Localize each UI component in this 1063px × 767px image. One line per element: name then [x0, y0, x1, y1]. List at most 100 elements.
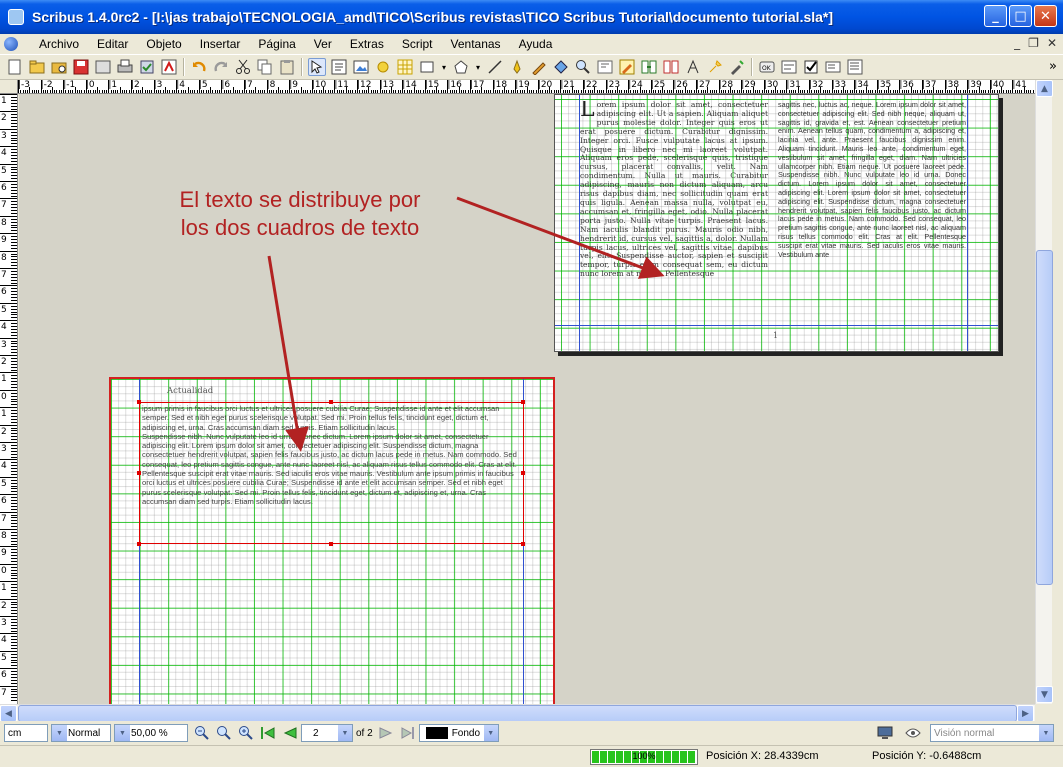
shape-icon[interactable] [418, 58, 436, 76]
select-icon[interactable] [308, 58, 326, 76]
measure-icon[interactable] [684, 58, 702, 76]
preview-mode-selector[interactable]: ▼ Normal [51, 724, 111, 742]
close-button[interactable]: ✕ [1034, 5, 1057, 27]
redo-icon[interactable] [212, 58, 230, 76]
open-recent-icon[interactable] [50, 58, 68, 76]
copy-properties-icon[interactable] [706, 58, 724, 76]
cut-icon[interactable] [234, 58, 252, 76]
minimize-button[interactable]: _ [984, 5, 1007, 27]
scroll-left-icon[interactable]: ◀ [0, 705, 17, 722]
new-document-icon[interactable] [6, 58, 24, 76]
shape-dropdown-icon[interactable]: ▾ [440, 58, 448, 76]
text-frame-column-2[interactable]: sagittis nec, luctus ac, neque. Lorem ip… [778, 101, 966, 325]
page-1[interactable]: Lorem ipsum dolor sit amet, consectetuer… [554, 94, 999, 352]
open-icon[interactable] [28, 58, 46, 76]
paste-icon[interactable] [278, 58, 296, 76]
pdf-combobox-icon[interactable] [824, 58, 842, 76]
undo-icon[interactable] [190, 58, 208, 76]
section-heading[interactable]: Actualidad [167, 386, 213, 396]
close-icon[interactable] [94, 58, 112, 76]
doc-close-button[interactable]: ✕ [1047, 36, 1057, 50]
vertical-scrollbar[interactable]: ▲ ▼ [1035, 80, 1053, 704]
polygon-dropdown-icon[interactable]: ▾ [474, 58, 482, 76]
scroll-right-icon[interactable]: ▶ [1017, 705, 1034, 722]
preflight-icon[interactable] [138, 58, 156, 76]
menu-ver[interactable]: Ver [305, 37, 341, 51]
render-frame-icon[interactable] [374, 58, 392, 76]
toolbar-overflow-button[interactable]: » [1049, 59, 1057, 74]
table-icon[interactable] [396, 58, 414, 76]
doc-minimize-button[interactable]: _ [1014, 36, 1020, 50]
next-page-icon[interactable] [377, 724, 395, 742]
selected-text-frame[interactable]: ipsum primis in faucibus orci luctus et … [139, 402, 524, 544]
ruler-tick [515, 80, 517, 93]
resize-handle[interactable] [137, 400, 141, 404]
zoom-in-icon[interactable] [237, 724, 255, 742]
horizontal-scroll-thumb[interactable] [18, 705, 1017, 722]
resize-handle[interactable] [521, 400, 525, 404]
edit-text-icon[interactable] [618, 58, 636, 76]
page-2[interactable]: Actualidad ipsum primis in faucibus orci… [109, 377, 555, 704]
previous-page-icon[interactable] [281, 724, 299, 742]
display-icon[interactable] [876, 724, 894, 742]
resize-handle[interactable] [521, 542, 525, 546]
copy-icon[interactable] [256, 58, 274, 76]
layer-selector[interactable]: Fondo ▼ [418, 724, 499, 742]
horizontal-scrollbar[interactable]: ◀ ▶ [0, 704, 1035, 722]
resize-handle[interactable] [137, 471, 141, 475]
zoom-icon[interactable] [574, 58, 592, 76]
pdf-checkbox-icon[interactable] [802, 58, 820, 76]
eyedropper-icon[interactable] [728, 58, 746, 76]
vertical-ruler[interactable]: 1 2 3 4 5 6 7 8 9 8 7 6 5 4 3 2 1 0 1 2 3 4 5 6 7 8 9 0 1 2 3 4 5 6 7 [0, 94, 18, 704]
bezier-icon[interactable] [508, 58, 526, 76]
zoom-input[interactable]: ▼ 50,00 % [114, 724, 188, 742]
maximize-button[interactable]: □ [1009, 5, 1032, 27]
menu-extras[interactable]: Extras [341, 37, 393, 51]
save-icon[interactable] [72, 58, 90, 76]
freehand-icon[interactable] [530, 58, 548, 76]
unlink-frames-icon[interactable] [662, 58, 680, 76]
document-menu-icon[interactable] [4, 37, 18, 51]
scribus-app-icon[interactable] [8, 9, 24, 25]
first-page-icon[interactable] [259, 724, 277, 742]
text-frame-column-1[interactable]: Lorem ipsum dolor sit amet, consectetuer… [580, 101, 768, 329]
menu-script[interactable]: Script [393, 37, 442, 51]
link-frames-icon[interactable] [640, 58, 658, 76]
polygon-icon[interactable] [452, 58, 470, 76]
eye-icon[interactable] [904, 724, 922, 742]
last-page-icon[interactable] [399, 724, 417, 742]
resize-handle[interactable] [137, 542, 141, 546]
pdf-listbox-icon[interactable] [846, 58, 864, 76]
doc-restore-button[interactable]: ❐ [1028, 36, 1039, 50]
view-mode-selector[interactable]: Visión normal ▼ [930, 724, 1054, 742]
menu-archivo[interactable]: Archivo [30, 37, 88, 51]
document-canvas[interactable]: Lorem ipsum dolor sit amet, consectetuer… [19, 94, 1035, 704]
menu-ventanas[interactable]: Ventanas [442, 37, 510, 51]
menu-ayuda[interactable]: Ayuda [510, 37, 562, 51]
page-number-input[interactable]: 2 ▼ [301, 724, 353, 742]
pdf-button-icon[interactable]: OK [758, 58, 776, 76]
ruler-corner[interactable] [0, 80, 18, 94]
image-frame-icon[interactable] [352, 58, 370, 76]
menu-editar[interactable]: Editar [88, 37, 137, 51]
vertical-scroll-thumb[interactable] [1036, 250, 1053, 585]
text-frame-icon[interactable] [330, 58, 348, 76]
scroll-up-icon[interactable]: ▲ [1036, 80, 1053, 97]
rotate-icon[interactable] [552, 58, 570, 76]
menu-objeto[interactable]: Objeto [137, 37, 190, 51]
menu-insertar[interactable]: Insertar [191, 37, 250, 51]
zoom-out-icon[interactable] [193, 724, 211, 742]
pdf-textfield-icon[interactable] [780, 58, 798, 76]
scroll-down-icon[interactable]: ▼ [1036, 686, 1053, 703]
horizontal-ruler[interactable]: |-3 |-2 |-1 |0 |1 |2 |3 |4 |5 |6 |7 |8 |9 |10 |11 |12 |1… [18, 80, 1045, 94]
menu-pagina[interactable]: Página [249, 37, 304, 51]
zoom-100-icon[interactable] [215, 724, 233, 742]
print-icon[interactable] [116, 58, 134, 76]
resize-handle[interactable] [521, 471, 525, 475]
resize-handle[interactable] [329, 542, 333, 546]
line-icon[interactable] [486, 58, 504, 76]
unit-selector[interactable]: cm [4, 724, 48, 742]
resize-handle[interactable] [329, 400, 333, 404]
edit-content-icon[interactable] [596, 58, 614, 76]
pdf-export-icon[interactable] [160, 58, 178, 76]
